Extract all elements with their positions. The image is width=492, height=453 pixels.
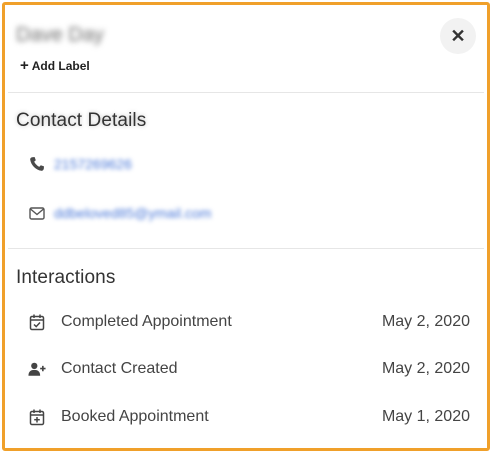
- interaction-row: Contact Created May 2, 2020: [8, 354, 484, 384]
- envelope-icon: [28, 204, 46, 222]
- contact-panel: Dave Day + Add Label ✕ Contact Details 2…: [8, 8, 484, 445]
- calendar-plus-icon: [28, 408, 46, 426]
- email-row: ddbeloved85@ymail.com: [8, 198, 484, 228]
- interaction-date: May 2, 2020: [381, 313, 470, 330]
- plus-icon: +: [20, 57, 29, 74]
- contact-details-title: Contact Details: [16, 110, 147, 131]
- add-label-text: Add Label: [31, 59, 90, 73]
- section-divider: [8, 248, 484, 249]
- interaction-row: Completed Appointment May 2, 2020: [8, 307, 484, 337]
- interactions-title: Interactions: [16, 267, 116, 288]
- interaction-date: May 1, 2020: [381, 408, 470, 425]
- user-plus-icon: [28, 360, 46, 378]
- panel-header: Dave Day + Add Label ✕: [8, 8, 484, 93]
- phone-row: 2157269626: [8, 149, 484, 179]
- close-icon: ✕: [450, 25, 466, 46]
- calendar-check-icon: [28, 313, 46, 331]
- interaction-label: Booked Appointment: [61, 408, 209, 425]
- interaction-row: Booked Appointment May 1, 2020: [8, 402, 484, 432]
- contact-name: Dave Day: [16, 24, 104, 46]
- phone-link[interactable]: 2157269626: [54, 156, 132, 172]
- add-label-button[interactable]: + Add Label: [20, 57, 90, 74]
- contact-panel-frame: Dave Day + Add Label ✕ Contact Details 2…: [2, 2, 490, 451]
- email-link[interactable]: ddbeloved85@ymail.com: [54, 205, 211, 221]
- close-button[interactable]: ✕: [440, 18, 476, 54]
- interaction-date: May 2, 2020: [381, 360, 470, 377]
- interaction-label: Contact Created: [61, 360, 178, 377]
- interaction-label: Completed Appointment: [61, 313, 232, 330]
- phone-icon: [28, 155, 46, 173]
